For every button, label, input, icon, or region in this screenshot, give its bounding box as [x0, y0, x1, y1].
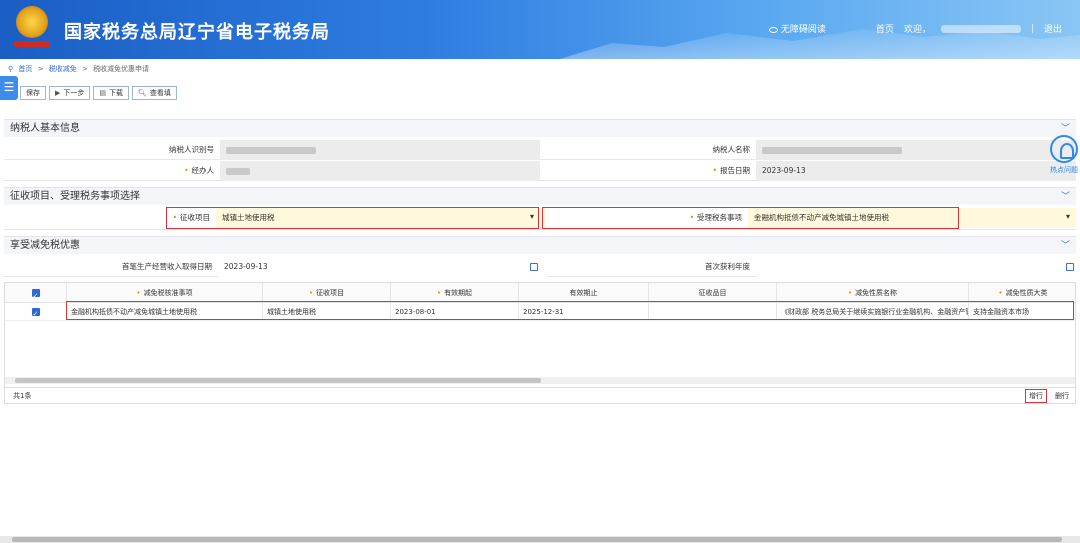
highlight-levy-item [166, 207, 539, 229]
location-pin-icon: ⚲ [8, 65, 14, 73]
calendar-icon[interactable] [1066, 263, 1074, 271]
relief-grid: •减免税核准事项 •征收项目 •有效期起 有效期止 征收品目 •减免性质名称 •… [4, 282, 1076, 388]
chevron-down-icon[interactable]: ﹀ [1061, 188, 1070, 206]
search-icon: 🔍︎ [138, 89, 147, 97]
select-all-checkbox[interactable] [5, 283, 67, 302]
col-valid-to: 有效期止 [519, 283, 649, 302]
breadcrumb: ⚲ 首页 > 税收减免 > 税收减免优惠申请 [8, 65, 150, 73]
touch-icon [1050, 135, 1078, 163]
breadcrumb-tax-relief[interactable]: 税收减免 [49, 65, 77, 73]
toolbar: 保存 ▶ 下一步 ▤ 下载 🔍︎ 查看填 [20, 86, 177, 100]
col-valid-from: • 有效期起 [391, 283, 519, 302]
user-name-redacted [940, 24, 1021, 33]
col-relief-nature-name: • 减免性质名称 [777, 283, 969, 302]
delete-row-button[interactable]: 删行 [1055, 391, 1069, 401]
taxpayer-id-label: 纳税人识别号 [169, 145, 214, 154]
menu-toggle-icon[interactable]: ☰ [0, 76, 18, 100]
tax-emblem-logo [14, 6, 50, 52]
handler-field [220, 161, 540, 181]
total-count: 共1条 [13, 392, 32, 400]
taxpayer-name-label: 纳税人名称 [712, 145, 751, 154]
add-row-button[interactable]: 增行 [1025, 389, 1047, 403]
play-icon: ▶ [55, 89, 61, 97]
logout-link[interactable]: 退出 [1044, 22, 1062, 35]
highlight-matter [542, 207, 959, 229]
taxpayer-name-field [756, 140, 1076, 160]
home-link[interactable]: 首页 [876, 22, 894, 35]
first-income-date-row: 首笔生产经营收入取得日期 2023-09-13 首次获利年度 [4, 257, 1076, 277]
first-income-date-input[interactable]: 2023-09-13 [218, 257, 548, 277]
site-header: 国家税务总局辽宁省电子税务局 无障碍阅读 首页 欢迎， | 退出 [0, 0, 1080, 59]
handler-row: • 经办人 • 报告日期 2023-09-13 [4, 161, 1076, 181]
report-date-label: • 报告日期 [712, 166, 750, 175]
section-taxpayer-info-header[interactable]: 纳税人基本信息 ﹀ [4, 119, 1076, 137]
site-title: 国家税务总局辽宁省电子税务局 [64, 22, 330, 43]
next-step-button[interactable]: ▶ 下一步 [49, 86, 91, 100]
grid-header: •减免税核准事项 •征收项目 •有效期起 有效期止 征收品目 •减免性质名称 •… [5, 283, 1075, 303]
hot-questions-button[interactable]: 热点问题 [1048, 135, 1080, 181]
highlight-grid-row [66, 301, 1074, 320]
header-links: 无障碍阅读 首页 欢迎， | 退出 [768, 22, 1062, 35]
report-date-field: 2023-09-13 [756, 161, 1076, 181]
section-relief-header[interactable]: 享受减免税优惠 ﹀ [4, 236, 1076, 254]
accessible-reading-link[interactable]: 无障碍阅读 [768, 22, 826, 35]
eye-icon [768, 26, 778, 33]
grid-horizontal-scrollbar[interactable] [5, 377, 1075, 384]
query-button[interactable]: 🔍︎ 查看填 [132, 86, 177, 100]
page-horizontal-scrollbar[interactable] [0, 536, 1080, 543]
chevron-down-icon[interactable]: ﹀ [1061, 237, 1070, 255]
download-button[interactable]: ▤ 下载 [93, 86, 130, 100]
breadcrumb-home[interactable]: 首页 [18, 65, 32, 73]
save-button[interactable]: 保存 [20, 86, 46, 100]
handler-label: • 经办人 [184, 166, 214, 175]
first-profit-year-input[interactable] [756, 257, 1076, 277]
grid-footer: 共1条 增行 删行 [4, 388, 1076, 404]
download-icon: ▤ [99, 89, 107, 97]
taxpayer-id-row: 纳税人识别号 纳税人名称 [4, 140, 1076, 160]
section-levy-item-header[interactable]: 征收项目、受理税务事项选择 ﹀ [4, 187, 1076, 205]
first-income-date-label: 首笔生产经营收入取得日期 [122, 262, 212, 271]
first-profit-year-label: 首次获利年度 [705, 262, 750, 271]
calendar-icon[interactable] [530, 263, 538, 271]
row-checkbox[interactable] [5, 303, 67, 320]
welcome-text: 欢迎， [903, 25, 931, 35]
col-relief-nature-category: • 减免性质大类 [998, 289, 1048, 297]
col-levy-item: • 征收项目 [263, 283, 391, 302]
matter-dropdown-icon[interactable]: ▾ [1066, 208, 1070, 226]
taxpayer-id-field [220, 140, 540, 160]
col-relief-matter: • 减免税核准事项 [67, 283, 263, 302]
breadcrumb-current: 税收减免优惠申请 [93, 65, 150, 73]
col-levy-subitem: 征收品目 [649, 283, 777, 302]
